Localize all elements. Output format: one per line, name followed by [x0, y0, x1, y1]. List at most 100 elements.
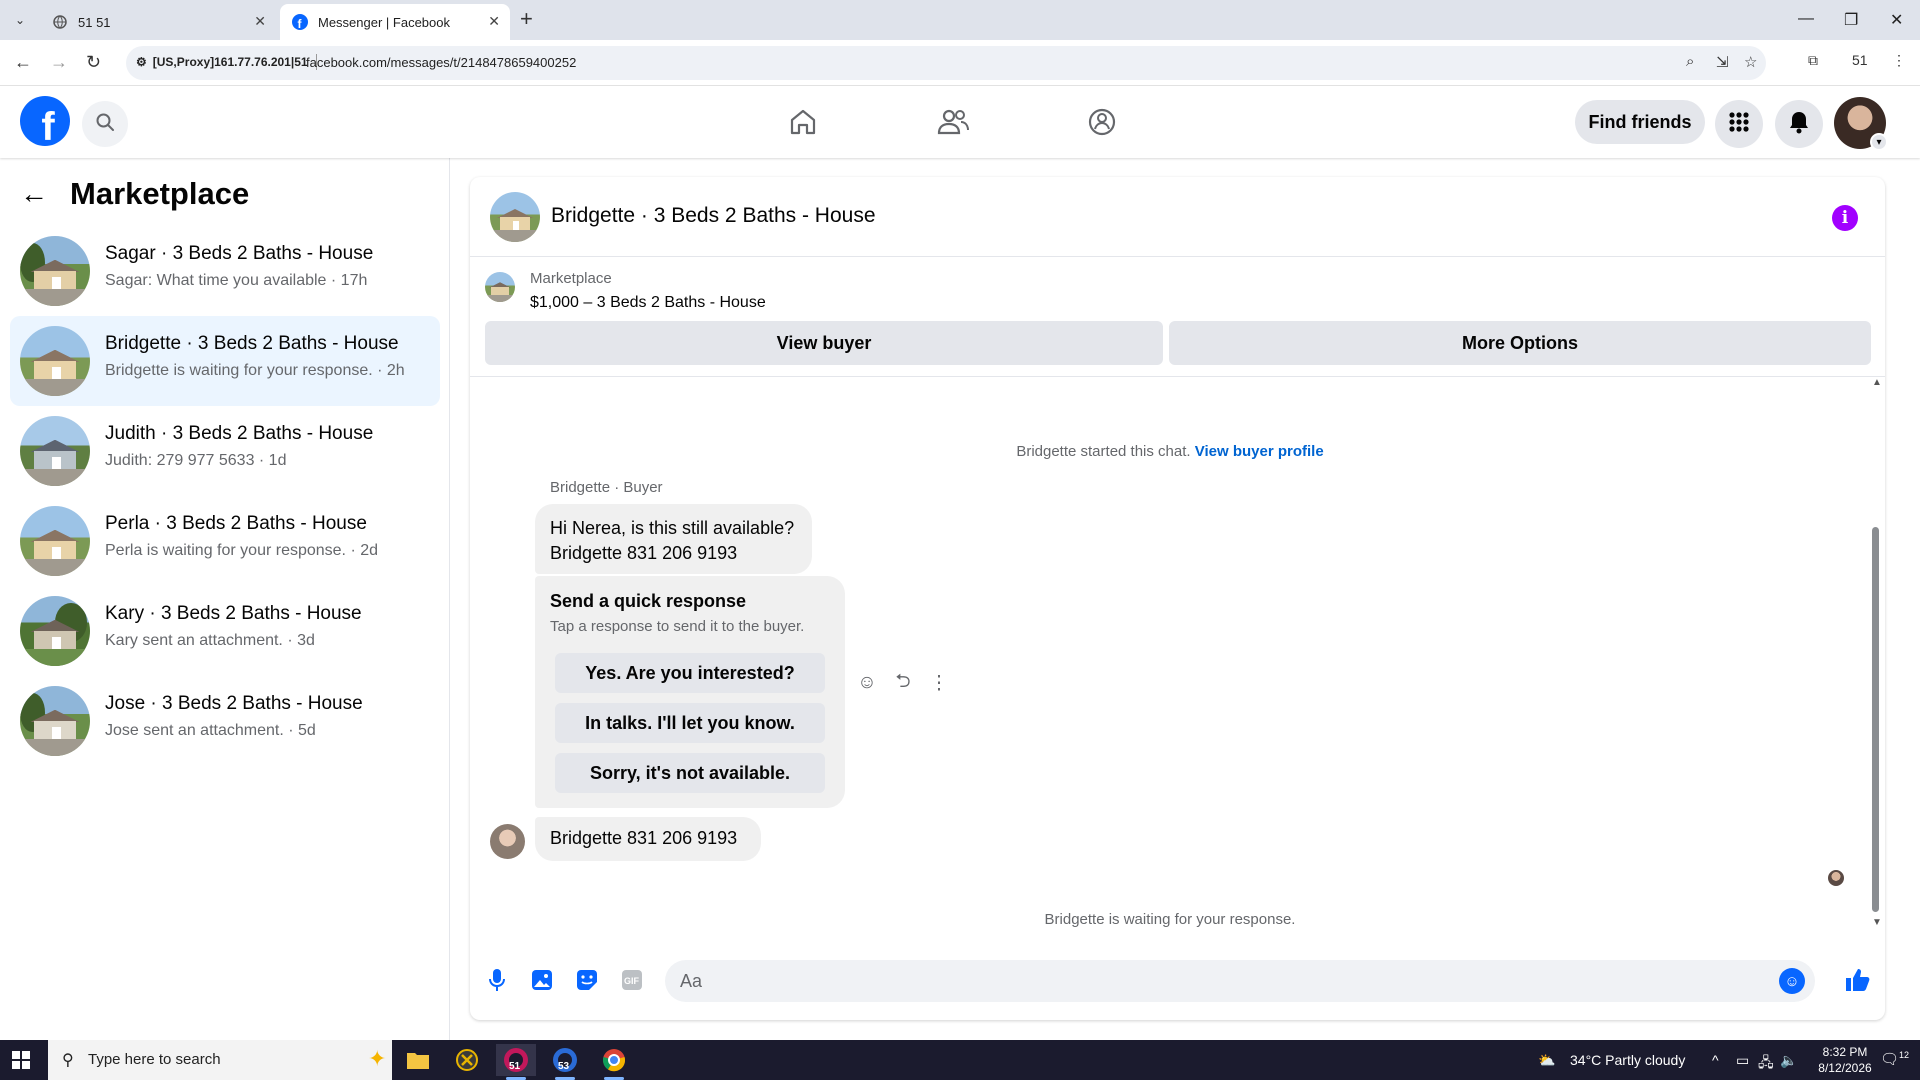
url-text[interactable]: facebook.com/messages/t/2148478659400252 [306, 55, 576, 70]
close-tab-icon[interactable]: ✕ [488, 13, 500, 30]
more-vertical-icon[interactable]: ⋮ [928, 672, 950, 695]
back-icon[interactable]: ← [14, 52, 32, 73]
listing-thumbnail [20, 236, 90, 306]
chat-listing-thumbnail[interactable] [490, 192, 540, 242]
find-friends-button[interactable]: Find friends [1575, 100, 1705, 144]
browser-tab-messenger[interactable]: f Messenger | Facebook ✕ [280, 4, 510, 40]
marketplace-label: Marketplace [530, 270, 612, 287]
profile-avatar[interactable]: ▾ [1834, 97, 1888, 151]
weather-text[interactable]: 34°C Partly cloudy [1570, 1052, 1685, 1068]
close-window-icon[interactable]: ✕ [1890, 10, 1903, 30]
install-icon[interactable]: ⇲ [1716, 53, 1729, 71]
friends-icon[interactable] [933, 102, 973, 142]
conversation-preview: Kary sent an attachment. · 3d [105, 632, 315, 649]
quick-response-not-available-button[interactable]: Sorry, it's not available. [555, 753, 825, 793]
quick-response-in-talks-button[interactable]: In talks. I'll let you know. [555, 703, 825, 743]
file-explorer-icon[interactable] [398, 1044, 438, 1076]
scrollbar-thumb[interactable] [1872, 527, 1879, 912]
conversation-item[interactable]: Judith · 3 Beds 2 Baths - House Judith: … [10, 406, 440, 496]
search-button[interactable] [82, 101, 128, 147]
chat-title[interactable]: Bridgette · 3 Beds 2 Baths - House [551, 204, 876, 228]
message-bubble[interactable]: Hi Nerea, is this still available? Bridg… [535, 504, 812, 574]
microphone-icon[interactable] [482, 965, 512, 995]
omnibox[interactable]: ⚙ [US,Proxy]161.77.76.201|51 facebook.co… [126, 46, 1766, 80]
conversation-item[interactable]: Kary · 3 Beds 2 Baths - House Kary sent … [10, 586, 440, 676]
thumbs-up-icon[interactable] [1842, 965, 1872, 995]
windows-start-icon[interactable] [12, 1051, 30, 1069]
forward-icon[interactable]: → [50, 52, 68, 73]
tab-search-chevron-icon[interactable]: ⌄ [8, 8, 32, 32]
app-x-icon[interactable] [447, 1044, 487, 1076]
listing-thumbnail [20, 416, 90, 486]
scroll-up-icon[interactable]: ▲ [1872, 377, 1882, 388]
site-info-chip[interactable]: ⚙ [US,Proxy]161.77.76.201|51 [136, 54, 317, 70]
search-icon [95, 112, 115, 137]
facebook-header: f Find friends ▾ [0, 86, 1920, 158]
chat-panel: Bridgette · 3 Beds 2 Baths - House i Mar… [470, 177, 1885, 1020]
sticker-icon[interactable] [572, 965, 602, 995]
notifications-button[interactable] [1775, 100, 1823, 148]
browser-51-icon[interactable]: 51 [496, 1044, 536, 1080]
message-line: Bridgette 831 206 9193 [550, 543, 738, 563]
emoji-icon[interactable]: ☺ [1779, 968, 1805, 994]
conversation-title: Bridgette · 3 Beds 2 Baths - House [105, 333, 399, 354]
restore-icon[interactable]: ❐ [1844, 10, 1858, 30]
tab-title: 51 51 [78, 14, 111, 30]
scrollbar[interactable]: ▲ ▼ [1870, 377, 1882, 932]
menu-grid-button[interactable] [1715, 100, 1763, 148]
network-icon[interactable]: 🖧 [1758, 1052, 1774, 1076]
clock-date: 8/12/2026 [1818, 1061, 1872, 1075]
minimize-icon[interactable]: — [1798, 10, 1814, 28]
listing-price-title[interactable]: $1,000 – 3 Beds 2 Baths - House [530, 294, 766, 312]
close-tab-icon[interactable]: ✕ [254, 13, 266, 30]
view-buyer-button[interactable]: View buyer [485, 321, 1163, 365]
proxy-label: [US,Proxy]161.77.76.201|51 [152, 55, 308, 69]
profile-badge[interactable]: 51 [1852, 52, 1868, 68]
meet-icon[interactable]: ▭ [1736, 1052, 1749, 1069]
bookmark-star-icon[interactable]: ☆ [1744, 53, 1757, 71]
message-actions: ☺ ⮌ ⋮ [856, 667, 950, 699]
taskbar-search[interactable]: ⚲ Type here to search ✦ [48, 1040, 392, 1080]
info-icon[interactable]: i [1832, 205, 1858, 231]
more-options-button[interactable]: More Options [1169, 321, 1871, 365]
chrome-icon[interactable] [594, 1044, 634, 1080]
conversation-item-active[interactable]: Bridgette · 3 Beds 2 Baths - House Bridg… [10, 316, 440, 406]
zoom-icon[interactable]: ⌕ [1686, 53, 1694, 70]
view-buyer-profile-link[interactable]: View buyer profile [1195, 443, 1324, 460]
extensions-icon[interactable]: ⧉ [1808, 52, 1818, 69]
gif-label: GIF [624, 976, 640, 986]
conversation-item[interactable]: Jose · 3 Beds 2 Baths - House Jose sent … [10, 676, 440, 766]
message-bubble[interactable]: Bridgette 831 206 9193 [535, 817, 761, 861]
volume-icon[interactable]: 🔈 [1780, 1052, 1797, 1069]
quick-response-yes-button[interactable]: Yes. Are you interested? [555, 653, 825, 693]
waiting-notice: Bridgette is waiting for your response. [1044, 911, 1296, 928]
back-arrow-icon[interactable]: ← [20, 178, 48, 210]
facebook-logo[interactable]: f [20, 96, 70, 146]
new-tab-icon[interactable]: + [520, 8, 533, 30]
browser-53-icon[interactable]: 53 [545, 1044, 585, 1080]
browser-menu-icon[interactable]: ⋮ [1892, 52, 1906, 69]
groups-icon[interactable] [1082, 102, 1122, 142]
conversation-item[interactable]: Perla · 3 Beds 2 Baths - House Perla is … [10, 496, 440, 586]
browser-tab-51[interactable]: 51 51 ✕ [40, 4, 276, 40]
sender-avatar[interactable] [490, 824, 525, 859]
gif-icon[interactable]: GIF [617, 965, 647, 995]
react-emoji-icon[interactable]: ☺ [856, 672, 878, 694]
conversation-item[interactable]: Sagar · 3 Beds 2 Baths - House Sagar: Wh… [10, 226, 440, 316]
facebook-icon: f [292, 14, 308, 30]
chat-header: Bridgette · 3 Beds 2 Baths - House i [470, 177, 1885, 257]
chat-started-notice: Bridgette started this chat. View buyer … [470, 443, 1870, 460]
tray-chevron-icon[interactable]: ^ [1712, 1052, 1719, 1068]
scroll-down-icon[interactable]: ▼ [1872, 917, 1882, 928]
message-input[interactable]: Aa ☺ [665, 960, 1815, 1002]
taskbar-clock[interactable]: 8:32 PM 8/12/2026 [1815, 1044, 1875, 1076]
reload-icon[interactable]: ↻ [86, 52, 101, 73]
notification-center-icon[interactable]: 🗨12 [1880, 1050, 1909, 1068]
conversation-preview: Sagar: What time you available · 17h [105, 272, 368, 289]
home-icon[interactable] [783, 102, 823, 142]
photo-icon[interactable] [527, 965, 557, 995]
quick-response-title: Send a quick response [550, 591, 747, 611]
weather-icon[interactable]: ⛅ [1538, 1052, 1555, 1069]
reply-icon[interactable]: ⮌ [892, 667, 914, 699]
quick-response-card: Send a quick response Tap a response to … [535, 576, 845, 808]
